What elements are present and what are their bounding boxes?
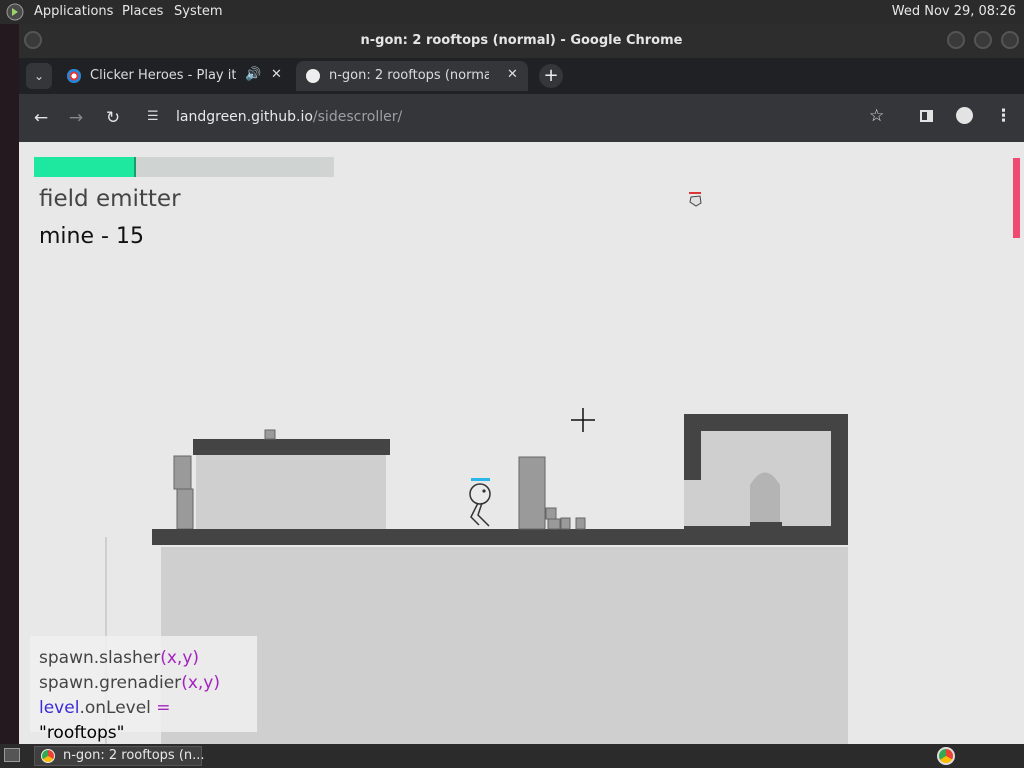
rooftop-left [193,439,390,455]
address-bar[interactable]: ☰ landgreen.github.io/sidescroller/ [137,102,907,134]
energy-bar [1013,158,1020,238]
crosshair-icon [571,408,595,432]
tab-title: Clicker Heroes - Play it no [90,68,236,83]
doorway [750,472,780,524]
chrome-tray-icon[interactable] [937,747,955,765]
door-step [750,522,782,526]
menu-places[interactable]: Places [122,4,163,19]
profile-icon[interactable] [956,107,973,124]
tab-close-icon[interactable]: ✕ [271,67,282,82]
player-health-bar [471,478,490,481]
tab-n-gon[interactable]: n-gon: 2 rooftops (normal) ✕ [296,61,528,91]
minimize-button[interactable] [947,31,965,49]
main-floor [152,529,848,545]
console-line: level.onLevel = "rooftops" [39,696,248,744]
tab-title: n-gon: 2 rooftops (normal) [329,68,489,83]
crate-b [547,518,561,530]
tab-close-icon[interactable]: ✕ [507,67,518,82]
player-head [469,483,491,505]
tab-clicker-heroes[interactable]: Clicker Heroes - Play it no 🔊 ✕ [57,61,293,91]
console-args: (x,y) [181,673,220,693]
item-bar [689,192,701,194]
field-name: field emitter [39,186,181,212]
site-info-icon[interactable]: ☰ [147,109,159,124]
box-stack-bottom [176,488,194,530]
chrome-icon [41,749,55,763]
taskbar-window-button[interactable]: n-gon: 2 rooftops (n... [34,746,205,766]
console-line: spawn.grenadier(x,y) [39,671,248,696]
reload-icon[interactable]: ↻ [101,106,125,130]
crate-a [545,507,557,520]
kebab-menu-icon[interactable]: ⋮ [995,106,1012,126]
menu-applications[interactable]: Applications [34,4,113,19]
side-panel-icon[interactable] [920,110,933,122]
console-line: spawn.slasher(x,y) [39,646,248,671]
clicker-heroes-favicon-icon [67,69,81,83]
console-args: (x,y) [160,648,200,668]
bookmark-star-icon[interactable]: ☆ [869,106,884,126]
tab-strip: ⌄ Clicker Heroes - Play it no 🔊 ✕ n-gon:… [19,58,1024,94]
powerup-item [689,195,702,207]
crate-c [560,517,571,530]
url-host: landgreen.github.io [176,109,313,125]
distro-logo-icon[interactable] [6,3,24,21]
new-tab-button[interactable]: + [539,64,563,88]
health-bar-fill [34,157,136,177]
console-property: .onLevel [79,698,151,718]
show-desktop-icon[interactable] [4,748,20,762]
plus-icon: + [543,65,559,86]
building-left-body [196,454,386,532]
clock[interactable]: Wed Nov 29, 08:26 [892,4,1016,19]
box-stack-top [173,455,192,490]
building-lower [161,547,848,744]
n-gon-favicon-icon [306,69,320,83]
maximize-button[interactable] [974,31,992,49]
url-path: /sidescroller/ [312,109,403,125]
close-window-button[interactable] [1001,31,1019,49]
console-property: .grenadier [93,673,182,693]
crate-d [575,517,586,530]
box-small-roof [264,429,276,440]
back-arrow-icon[interactable]: ← [29,106,53,130]
game-canvas[interactable]: field emitter mine - 15 spawn.slasher(x,… [19,142,1024,744]
top-panel: Applications Places System Wed Nov 29, 0… [0,0,1024,24]
console-value: "rooftops" [39,723,125,743]
desktop-edge [0,24,19,744]
tab-search-button[interactable]: ⌄ [26,63,52,89]
console-operator: = [150,698,171,718]
window-titlebar[interactable]: n-gon: 2 rooftops (normal) - Google Chro… [19,24,1024,58]
url-text[interactable]: landgreen.github.io/sidescroller/ [176,109,402,125]
player-legs [470,502,490,527]
gun-name: mine - 15 [39,224,144,249]
speaker-icon[interactable]: 🔊 [245,67,261,82]
console-object: spawn [39,673,94,693]
console-output: spawn.slasher(x,y) spawn.grenadier(x,y) … [30,636,257,743]
right-building-gap [684,480,701,526]
console-property: .slasher [93,648,161,668]
bottom-taskbar: n-gon: 2 rooftops (n... [0,744,1024,768]
forward-arrow-icon[interactable]: → [64,106,88,130]
chevron-down-icon: ⌄ [33,69,45,83]
console-object: level [39,698,80,718]
menu-system[interactable]: System [174,4,222,19]
browser-toolbar: ← → ↻ ☰ landgreen.github.io/sidescroller… [19,94,1024,143]
taskbar-window-title: n-gon: 2 rooftops (n... [63,748,205,763]
player-eye [482,489,486,493]
tall-crate [518,456,546,530]
console-object: spawn [39,648,94,668]
browser-window: n-gon: 2 rooftops (normal) - Google Chro… [19,24,1024,744]
window-title: n-gon: 2 rooftops (normal) - Google Chro… [360,33,683,48]
